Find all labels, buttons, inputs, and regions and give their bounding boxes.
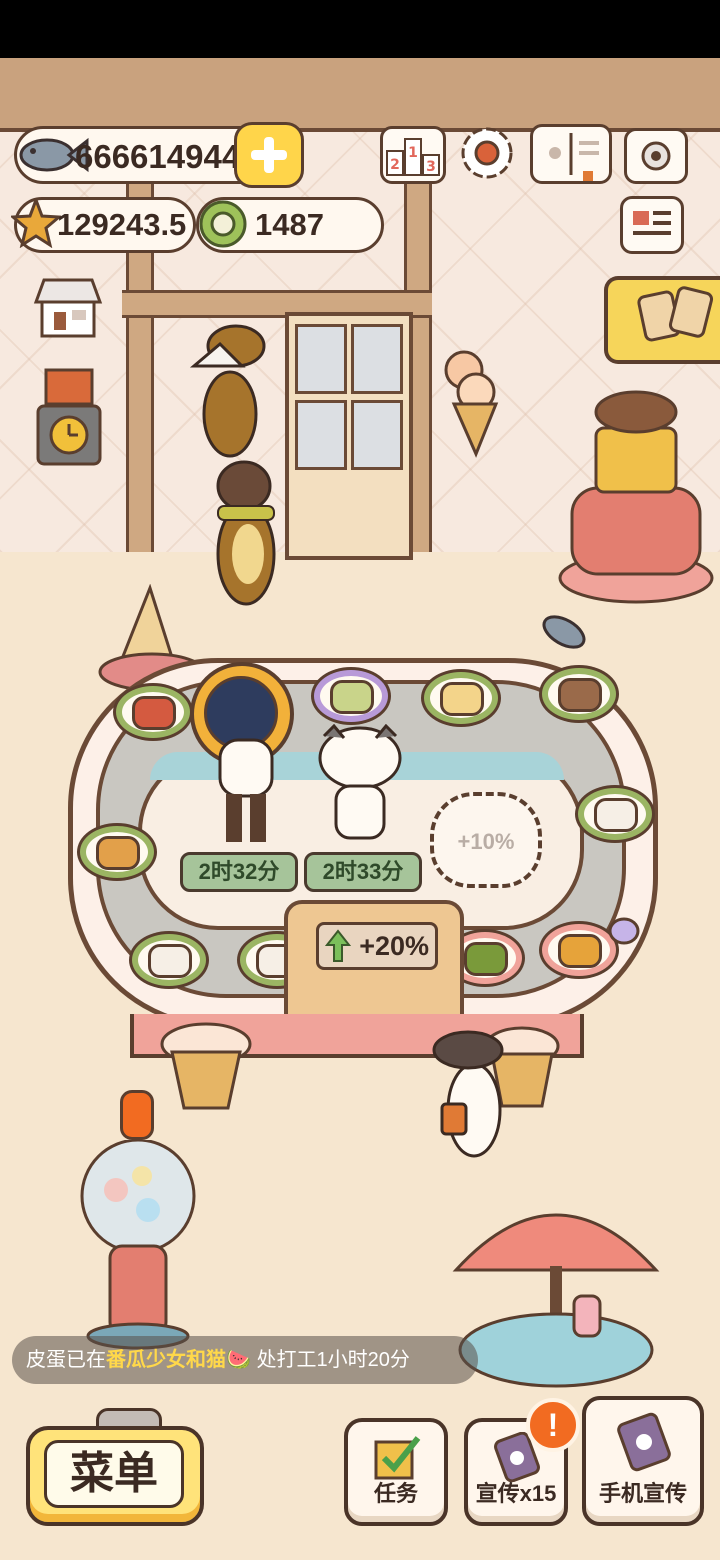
status-bar	[0, 0, 720, 58]
belt-bonus-text: +20%	[359, 931, 429, 961]
dog-chef-customer[interactable]	[180, 318, 280, 468]
stars-amount: 129243.5	[57, 207, 187, 242]
exclamation-badge-icon: !	[526, 1398, 580, 1452]
phone-promote-label: 手机宣传	[598, 1481, 687, 1506]
camera-icon	[641, 141, 671, 171]
empty-staff-slot[interactable]: +10%	[430, 792, 542, 888]
phone-icon	[617, 1412, 671, 1472]
chef-body	[218, 738, 274, 842]
newspaper-icon	[633, 211, 671, 235]
add-fish-button[interactable]	[234, 122, 304, 188]
newspaper-button[interactable]	[620, 196, 684, 254]
chef-timer-2: 2时33分	[304, 852, 422, 892]
recipe-book-button[interactable]	[530, 124, 612, 184]
gear-icon	[461, 127, 513, 179]
podium-icon: 2 1 3	[386, 138, 440, 176]
belt-plate[interactable]	[542, 668, 616, 720]
ice-cream-decoration	[444, 350, 499, 458]
belt-plate[interactable]	[578, 788, 652, 840]
clock-icon	[36, 368, 102, 466]
svg-text:2: 2	[390, 157, 400, 173]
svg-text:1: 1	[408, 145, 418, 161]
svg-text:3: 3	[426, 159, 436, 175]
coin-icon	[199, 200, 247, 248]
storefront-icon	[33, 278, 103, 338]
stars-counter: 129243.5	[11, 197, 196, 253]
star-icon	[11, 198, 61, 248]
clock-board-button[interactable]	[34, 366, 104, 468]
menu-label: 菜单	[44, 1440, 184, 1508]
coins-counter: 1487	[196, 197, 384, 253]
coins-amount: 1487	[255, 207, 324, 242]
arrow-up-icon	[325, 929, 351, 962]
rabbit-customer[interactable]	[418, 1022, 522, 1162]
settings-button[interactable]	[458, 124, 516, 182]
chef-timer-1: 2时32分	[180, 852, 298, 892]
menu-button[interactable]: 菜单	[26, 1426, 204, 1526]
phone-promote-button[interactable]: 手机宣传	[582, 1396, 704, 1526]
fish-decoration	[542, 615, 586, 649]
crackers-banner-button[interactable]	[604, 276, 720, 364]
notice-shop-name: 番瓜少女和猫	[106, 1349, 226, 1371]
parasol-table[interactable]	[452, 1170, 662, 1390]
notice-prefix: 皮蛋已在	[26, 1349, 106, 1371]
alert-icon	[120, 1090, 154, 1140]
ceiling-beam	[0, 58, 720, 132]
belt-plate[interactable]	[132, 934, 206, 986]
ranking-button[interactable]: 2 1 3	[380, 126, 446, 184]
promote-label: 宣传x15	[475, 1481, 557, 1506]
juice-dispenser[interactable]	[556, 388, 720, 608]
cat-chef[interactable]	[314, 724, 406, 848]
tasks-button[interactable]: 任务	[344, 1418, 448, 1526]
belt-bonus: +20%	[316, 922, 438, 970]
fish-amount: 666614944	[75, 138, 241, 175]
plus-icon	[251, 137, 287, 173]
stool[interactable]	[158, 1022, 254, 1112]
camera-button[interactable]	[624, 128, 688, 184]
part-time-notice: 皮蛋已在番瓜少女和猫🍉 处打工1小时20分	[12, 1336, 478, 1384]
belt-plate[interactable]	[80, 826, 154, 878]
book-icon	[549, 133, 599, 181]
tasks-label: 任务	[373, 1481, 418, 1506]
watermelon-emoji: 🍉	[226, 1349, 251, 1371]
gumball-machine[interactable]	[76, 1140, 200, 1350]
shop-door[interactable]	[285, 312, 413, 560]
notice-suffix: 处打工1小时20分	[256, 1349, 410, 1371]
belt-plate[interactable]	[116, 686, 190, 738]
candy-decoration	[608, 917, 640, 945]
cracker-icon	[637, 286, 714, 342]
belt-plate[interactable]	[424, 672, 498, 724]
wall-beam-left	[126, 132, 154, 552]
belt-plate[interactable]	[314, 670, 388, 722]
checkbox-icon	[374, 1436, 421, 1480]
shop-button[interactable]	[32, 274, 104, 340]
